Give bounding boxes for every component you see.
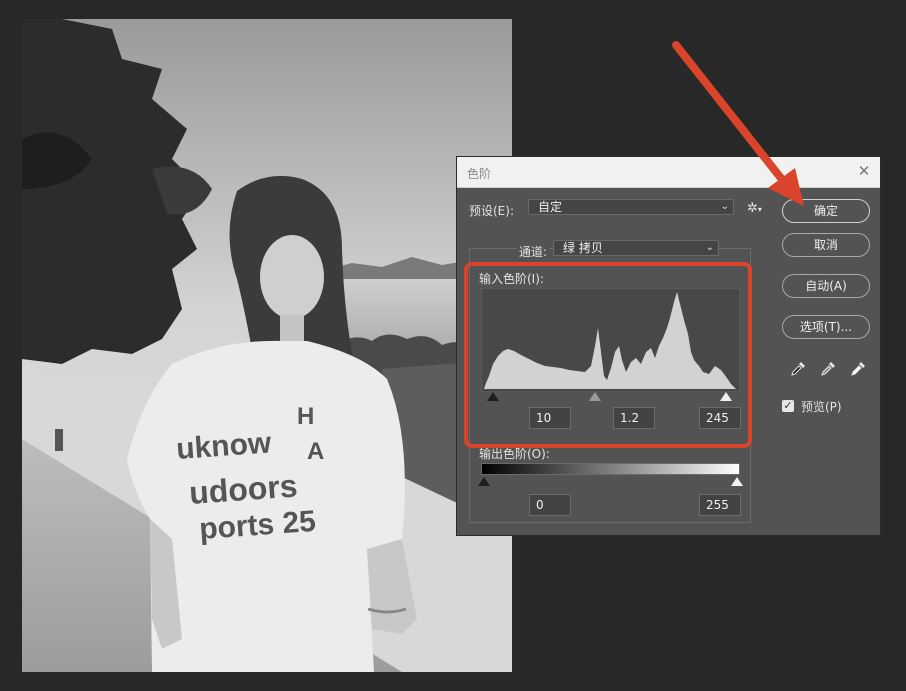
- white-eyedropper-icon[interactable]: [849, 360, 867, 378]
- preset-value: 自定: [538, 200, 563, 214]
- gray-eyedropper-icon[interactable]: [819, 360, 837, 378]
- chevron-down-icon: ⌄: [705, 242, 714, 253]
- output-black-field[interactable]: 0: [529, 494, 571, 516]
- shirt-text-line1: uknow: [175, 426, 273, 466]
- channel-dropdown[interactable]: 绿 拷贝 ⌄: [553, 240, 719, 256]
- gear-icon[interactable]: ✲▾: [747, 201, 762, 216]
- output-white-field[interactable]: 255: [699, 494, 741, 516]
- input-black-slider[interactable]: [487, 392, 499, 401]
- dialog-titlebar[interactable]: 色阶 ✕: [457, 157, 880, 188]
- levels-dialog: 色阶 ✕ 预设(E): 自定 ⌄ ✲▾ 通道: 绿 拷贝 ⌄ 输入色阶(I): …: [456, 156, 881, 536]
- checkbox-check-icon: ✓: [783, 399, 793, 412]
- output-black-slider[interactable]: [478, 477, 490, 486]
- dialog-title: 色阶: [467, 167, 492, 181]
- preview-label: 预览(P): [801, 400, 842, 414]
- grayscale-photo: uknow H A udoors ports 25: [22, 19, 512, 672]
- cancel-button[interactable]: 取消: [782, 233, 870, 257]
- ok-button[interactable]: 确定: [782, 199, 870, 223]
- channel-label: 通道:: [517, 243, 550, 260]
- auto-button[interactable]: 自动(A): [782, 274, 870, 298]
- preset-dropdown[interactable]: 自定 ⌄: [528, 199, 734, 215]
- shirt-text-h: H: [297, 403, 314, 430]
- input-white-field[interactable]: 245: [699, 407, 741, 429]
- shirt-text-a: A: [307, 438, 324, 465]
- preset-label: 预设(E):: [469, 204, 514, 218]
- output-white-slider[interactable]: [731, 477, 743, 486]
- black-eyedropper-icon[interactable]: [789, 360, 807, 378]
- options-button[interactable]: 选项(T)...: [782, 315, 870, 339]
- input-gamma-slider[interactable]: [589, 392, 601, 401]
- channel-value: 绿 拷贝: [563, 241, 603, 255]
- output-levels-label: 输出色阶(O):: [479, 447, 550, 461]
- histogram: [481, 288, 740, 392]
- close-icon[interactable]: ✕: [856, 163, 872, 179]
- preview-checkbox[interactable]: ✓: [782, 400, 794, 412]
- photo-illustration: uknow H A udoors ports 25: [22, 19, 512, 672]
- input-levels-label: 输入色阶(I):: [479, 272, 544, 286]
- input-white-slider[interactable]: [720, 392, 732, 401]
- input-gamma-field[interactable]: 1.2: [613, 407, 655, 429]
- shirt-text-line2: udoors: [188, 468, 299, 511]
- output-gradient-bar: [481, 463, 740, 475]
- chevron-down-icon: ⌄: [720, 201, 729, 212]
- input-black-field[interactable]: 10: [529, 407, 571, 429]
